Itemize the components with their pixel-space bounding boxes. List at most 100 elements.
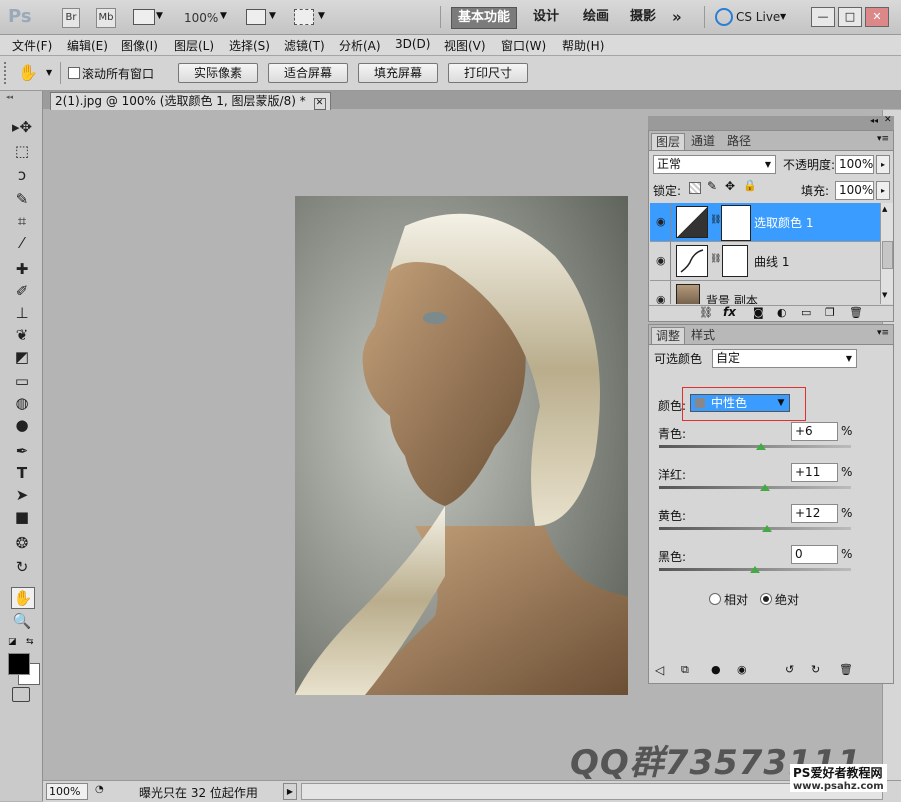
panel-dock-header[interactable]: ◂◂ ✕: [648, 115, 894, 130]
document-tab[interactable]: 2(1).jpg @ 100% (选取颜色 1, 图层蒙版/8) * ✕: [50, 92, 331, 110]
yellow-slider-thumb[interactable]: [761, 525, 772, 532]
delete-adjustment-icon[interactable]: 🗑: [839, 663, 853, 676]
view-extras-icon[interactable]: [133, 9, 155, 25]
menu-edit[interactable]: 编辑(E): [67, 37, 108, 54]
quick-mask-icon[interactable]: [12, 687, 30, 702]
layer-name[interactable]: 选取颜色 1: [754, 214, 813, 231]
chevron-down-icon[interactable]: ▼: [318, 11, 325, 21]
clone-stamp-tool-icon[interactable]: ⊥: [11, 303, 33, 323]
document-image[interactable]: [295, 196, 628, 695]
actual-pixels-button[interactable]: 实际像素: [178, 63, 258, 83]
reset-icon[interactable]: ↻: [811, 663, 820, 676]
panel-menu-icon[interactable]: ▾≡: [877, 134, 889, 144]
close-tab-icon[interactable]: ✕: [313, 98, 326, 110]
layer-name[interactable]: 曲线 1: [754, 253, 789, 270]
link-icon[interactable]: ⛓: [710, 215, 721, 225]
chevron-down-icon[interactable]: ▼: [780, 12, 786, 21]
zoom-field[interactable]: 100%: [46, 783, 88, 800]
opacity-slider-button[interactable]: ▸: [876, 155, 890, 174]
gradient-tool-icon[interactable]: ▭: [11, 371, 33, 391]
chevron-down-icon[interactable]: ▼: [46, 68, 52, 77]
link-icon[interactable]: ⛓: [710, 254, 721, 264]
menu-help[interactable]: 帮助(H): [562, 37, 604, 54]
workspace-photography-button[interactable]: 摄影: [624, 7, 662, 27]
healing-brush-tool-icon[interactable]: ✚: [11, 259, 33, 279]
move-tool-icon[interactable]: ▸✥: [11, 117, 33, 137]
tab-paths[interactable]: 路径: [723, 133, 755, 149]
arrange-documents-icon[interactable]: [246, 9, 266, 25]
layers-scrollbar[interactable]: ▲ ▼: [880, 203, 893, 304]
menu-filter[interactable]: 滤镜(T): [284, 37, 325, 54]
hand-tool-icon[interactable]: ✋: [18, 63, 38, 82]
yellow-slider-track[interactable]: [659, 527, 851, 530]
workspace-essentials-button[interactable]: 基本功能: [451, 7, 518, 29]
layer-row[interactable]: ◉ ⛓ 选取颜色 1: [650, 203, 880, 242]
chevron-down-icon[interactable]: ▼: [269, 11, 276, 21]
screen-mode-icon[interactable]: [294, 9, 314, 25]
clip-to-layer-icon[interactable]: ●: [711, 663, 721, 676]
3d-rotate-tool-icon[interactable]: ❂: [11, 533, 33, 553]
layer-mask-thumbnail[interactable]: [721, 205, 751, 241]
zoom-level[interactable]: 100%: [184, 11, 218, 25]
view-previous-state-icon[interactable]: ↺: [785, 663, 794, 676]
swap-colors-icon[interactable]: ⇆: [26, 637, 34, 647]
link-layers-icon[interactable]: ⛓: [699, 306, 713, 319]
menu-window[interactable]: 窗口(W): [501, 37, 546, 54]
close-button[interactable]: ✕: [865, 7, 889, 27]
more-workspaces-button[interactable]: »: [666, 7, 688, 27]
grip-handle[interactable]: [4, 62, 9, 84]
black-slider-thumb[interactable]: [750, 566, 760, 573]
scroll-down-icon[interactable]: ▼: [882, 291, 887, 299]
layer-name[interactable]: 背景 副本: [706, 292, 758, 304]
minimize-button[interactable]: —: [811, 7, 835, 27]
default-colors-icon[interactable]: ◪: [8, 637, 17, 647]
chevron-down-icon[interactable]: ▼: [773, 395, 789, 411]
panel-menu-icon[interactable]: ▾≡: [877, 328, 889, 338]
menu-view[interactable]: 视图(V): [444, 37, 486, 54]
preset-select[interactable]: 自定 ▼: [712, 349, 857, 368]
status-menu-arrow-icon[interactable]: ▶: [283, 783, 297, 800]
shape-tool-icon[interactable]: ■: [11, 507, 33, 527]
visibility-eye-icon[interactable]: ◉: [656, 293, 666, 304]
path-selection-tool-icon[interactable]: ➤: [11, 485, 33, 505]
menu-select[interactable]: 选择(S): [229, 37, 270, 54]
tab-layers[interactable]: 图层: [651, 133, 686, 150]
dodge-tool-icon[interactable]: ●: [11, 415, 33, 435]
add-style-icon[interactable]: fx: [723, 305, 736, 319]
fill-slider-button[interactable]: ▸: [876, 181, 890, 200]
back-arrow-icon[interactable]: ◁: [655, 663, 664, 677]
tab-adjustments[interactable]: 调整: [651, 327, 686, 344]
workspace-design-button[interactable]: 设计: [527, 7, 565, 27]
add-mask-icon[interactable]: ◙: [753, 306, 764, 319]
delete-layer-icon[interactable]: 🗑: [849, 306, 863, 319]
zoom-tool-icon[interactable]: 🔍: [11, 611, 33, 631]
quick-selection-tool-icon[interactable]: ✎: [11, 189, 33, 209]
hand-tool-icon[interactable]: ✋: [11, 587, 35, 609]
lock-all-icon[interactable]: 🔒: [743, 179, 757, 192]
lock-position-icon[interactable]: ✥: [725, 179, 735, 193]
foreground-color-swatch[interactable]: [8, 653, 30, 675]
blend-mode-select[interactable]: 正常 ▼: [653, 155, 776, 174]
status-icon[interactable]: ◔: [95, 784, 104, 795]
lasso-tool-icon[interactable]: ↄ: [11, 165, 33, 185]
maximize-button[interactable]: □: [838, 7, 862, 27]
tab-channels[interactable]: 通道: [687, 133, 719, 149]
tab-styles[interactable]: 样式: [687, 327, 719, 343]
history-brush-tool-icon[interactable]: ❦: [11, 325, 33, 345]
chevron-down-icon[interactable]: ▼: [156, 11, 163, 21]
close-panel-icon[interactable]: ✕: [884, 115, 892, 125]
fill-screen-button[interactable]: 填充屏幕: [358, 63, 438, 83]
new-layer-icon[interactable]: ❐: [825, 306, 835, 319]
cs-live-icon[interactable]: [715, 8, 733, 26]
scroll-all-windows-checkbox[interactable]: [68, 67, 80, 79]
3d-orbit-tool-icon[interactable]: ↻: [11, 557, 33, 577]
fill-input[interactable]: 100%: [835, 181, 874, 200]
fit-screen-button[interactable]: 适合屏幕: [268, 63, 348, 83]
scroll-up-icon[interactable]: ▲: [882, 205, 887, 213]
eraser-tool-icon[interactable]: ◩: [11, 347, 33, 367]
visibility-eye-icon[interactable]: ◉: [656, 215, 666, 228]
expanded-view-icon[interactable]: ⧉: [681, 663, 689, 677]
chevron-down-icon[interactable]: ▼: [220, 11, 227, 21]
new-adjustment-layer-icon[interactable]: ◐: [777, 306, 787, 319]
pen-tool-icon[interactable]: ✒: [11, 441, 33, 461]
